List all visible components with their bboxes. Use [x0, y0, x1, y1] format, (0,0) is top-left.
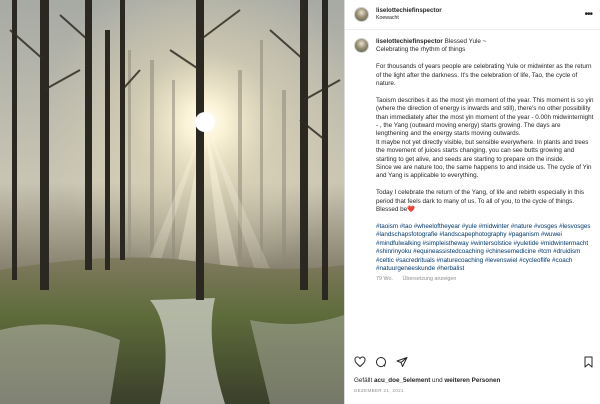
caption-username[interactable]: liselottechiefinspector — [376, 38, 443, 45]
likes-summary: Gefällt acu_doe_5element und weiteren Pe… — [354, 377, 500, 384]
time-ago: 79 Wo. — [376, 276, 393, 283]
paragraph-2: Taoism describes it as the most yin mome… — [376, 96, 594, 138]
paragraph-4: Since we are nature too, the same happen… — [376, 164, 592, 180]
caption: liselottechiefinspector Blessed Yule ~ C… — [354, 38, 594, 284]
translate-link[interactable]: Übersetzung anzeigen — [402, 276, 456, 282]
liked-prefix: Gefällt — [354, 377, 374, 384]
action-bar — [354, 355, 594, 369]
hashtags[interactable]: #taoism #tao #wheeloftheyear #yule #midw… — [376, 223, 594, 273]
caption-title: Blessed Yule ~ — [444, 38, 487, 45]
avatar[interactable] — [354, 7, 369, 22]
more-options-icon[interactable]: ••• — [584, 9, 592, 20]
post-photo[interactable] — [0, 0, 344, 404]
heart-emoji: ❤️ — [407, 206, 415, 214]
instagram-post: liselottechiefinspector Koewacht ••• lis… — [0, 0, 600, 404]
caption-meta: 79 Wo. Übersetzung anzeigen — [376, 275, 594, 283]
paragraph-1: For thousands of years people are celebr… — [376, 63, 592, 88]
caption-text: liselottechiefinspector Blessed Yule ~ C… — [376, 38, 594, 284]
post-header: liselottechiefinspector Koewacht ••• — [345, 0, 600, 30]
comment-icon[interactable] — [375, 356, 387, 368]
liked-user[interactable]: acu_doe_5element — [374, 377, 430, 384]
post-date: DEZEMBER 21, 2021 — [354, 388, 404, 393]
forest-sunrise-image — [0, 0, 344, 404]
header-info: liselottechiefinspector Koewacht — [376, 7, 442, 21]
share-icon[interactable] — [396, 356, 408, 368]
post-sidebar: liselottechiefinspector Koewacht ••• lis… — [344, 0, 600, 404]
bookmark-icon[interactable] — [583, 356, 594, 368]
caption-subtitle: Celebrating the rhythm of things — [376, 46, 466, 54]
liked-others[interactable]: weiteren Personen — [444, 377, 500, 384]
paragraph-3: It maybe not yet directly visible, but s… — [376, 138, 589, 163]
liked-mid: und — [430, 377, 445, 384]
caption-avatar[interactable] — [354, 38, 369, 53]
username[interactable]: liselottechiefinspector — [376, 7, 442, 14]
heart-icon[interactable] — [354, 356, 366, 368]
location[interactable]: Koewacht — [376, 15, 442, 21]
